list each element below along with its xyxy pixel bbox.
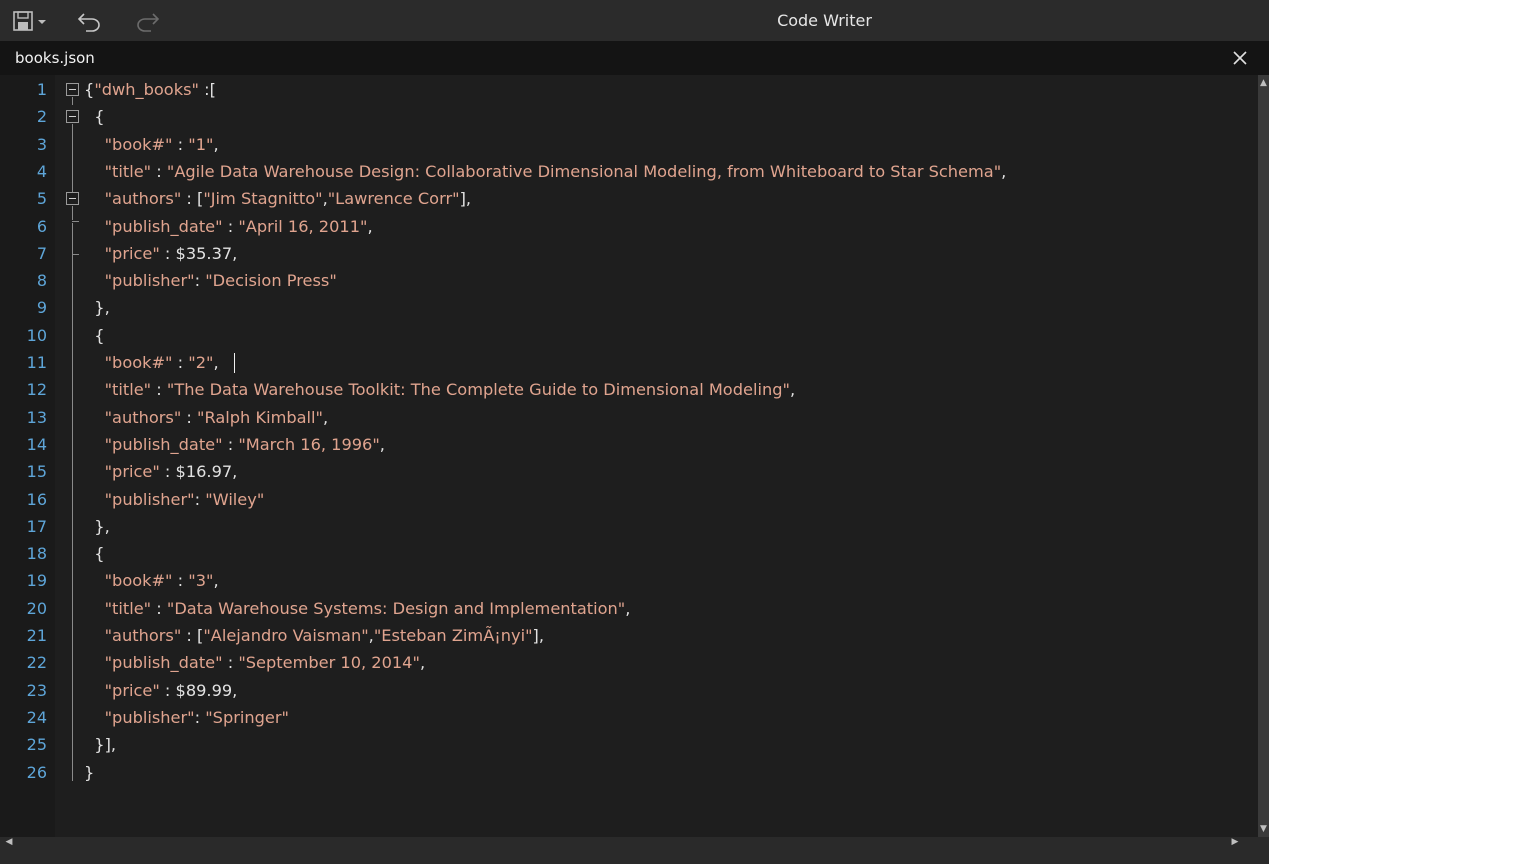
code-line[interactable]: "publish_date" : "September 10, 2014", xyxy=(84,649,426,676)
code-line[interactable]: }], xyxy=(84,731,116,758)
line-number: 22 xyxy=(26,653,47,673)
code-editor[interactable]: 1 2 3 4 5 6 7 8 9 10 11 12 13 14 15 16 17 18 19 20 21 22 23 24 2… xyxy=(0,75,1258,837)
code-line[interactable]: "publisher": "Decision Press" xyxy=(84,267,337,294)
fold-guide-end xyxy=(72,253,79,255)
code-line[interactable]: { xyxy=(84,322,104,349)
line-number: 21 xyxy=(26,626,47,645)
code-line[interactable]: { xyxy=(84,103,104,130)
code-line[interactable]: "title" : "Agile Data Warehouse Design: … xyxy=(84,158,1007,185)
line-number: 2 xyxy=(36,107,47,127)
scroll-left-icon[interactable]: ◀ xyxy=(2,837,16,847)
fold-guide-line xyxy=(72,222,73,781)
line-number: 20 xyxy=(26,598,47,618)
line-number: 16 xyxy=(26,489,47,509)
scroll-right-icon[interactable]: ▶ xyxy=(1228,837,1242,847)
line-number: 8 xyxy=(36,271,47,291)
fold-toggle-icon[interactable] xyxy=(66,110,79,124)
line-number: 24 xyxy=(26,707,47,727)
line-number: 1 xyxy=(36,80,47,99)
line-number: 3 xyxy=(36,134,47,154)
line-number: 17 xyxy=(26,516,47,536)
code-line[interactable]: }, xyxy=(84,294,109,321)
code-line[interactable]: "publisher": "Springer" xyxy=(84,704,289,731)
code-line[interactable]: "authors" : ["Alejandro Vaisman","Esteba… xyxy=(84,622,544,649)
code-line[interactable]: }, xyxy=(84,513,109,540)
fold-guide-line xyxy=(72,124,73,193)
code-line[interactable]: "book#" : "2", xyxy=(84,349,219,376)
code-line[interactable]: "price" : $16.97, xyxy=(84,458,238,485)
vertical-scrollbar[interactable]: ▲ ▼ xyxy=(1258,75,1269,837)
code-line[interactable]: "publish_date" : "March 16, 1996", xyxy=(84,431,385,458)
fold-guide-end xyxy=(72,220,79,222)
code-line[interactable]: "book#" : "3", xyxy=(84,567,219,594)
code-line[interactable]: { xyxy=(84,540,104,567)
code-line[interactable]: "title" : "Data Warehouse Systems: Desig… xyxy=(84,595,631,622)
line-number: 18 xyxy=(26,544,47,564)
line-number: 9 xyxy=(36,298,47,318)
line-number: 25 xyxy=(26,735,47,755)
line-number: 6 xyxy=(36,216,47,236)
close-icon xyxy=(1233,51,1247,65)
code-line[interactable]: "price" : $35.37, xyxy=(84,240,238,267)
line-number: 19 xyxy=(26,571,47,591)
line-number: 11 xyxy=(26,353,47,372)
code-line[interactable]: "title" : "The Data Warehouse Toolkit: T… xyxy=(84,376,796,403)
line-number: 14 xyxy=(26,434,47,454)
line-number: 7 xyxy=(36,243,47,263)
fold-guide-line xyxy=(72,206,73,221)
code-line[interactable]: "publisher": "Wiley" xyxy=(84,486,265,513)
text-caret xyxy=(234,353,235,373)
line-number: 13 xyxy=(26,407,47,427)
tab-books-json[interactable]: books.json xyxy=(15,49,95,67)
line-number: 12 xyxy=(26,380,47,400)
close-tab-button[interactable] xyxy=(1231,49,1249,67)
code-line[interactable]: "price" : $89.99, xyxy=(84,677,238,704)
code-area[interactable]: {"dwh_books" :[ { "book#" : "1", "title"… xyxy=(84,75,1244,837)
line-number: 15 xyxy=(26,462,47,482)
code-line[interactable]: "book#" : "1", xyxy=(84,131,219,158)
line-number: 5 xyxy=(36,189,47,209)
line-number-gutter: 1 2 3 4 5 6 7 8 9 10 11 12 13 14 15 16 17 18 19 20 21 22 23 24 2… xyxy=(0,75,55,837)
scroll-up-icon[interactable]: ▲ xyxy=(1258,77,1269,89)
line-number: 23 xyxy=(26,680,47,700)
title-bar: Code Writer xyxy=(0,0,1269,41)
fold-guide-line xyxy=(72,97,73,105)
code-line[interactable]: "authors" : "Ralph Kimball", xyxy=(84,404,329,431)
line-number: 10 xyxy=(26,325,47,345)
scroll-down-icon[interactable]: ▼ xyxy=(1258,823,1269,835)
window-title-text: Code Writer xyxy=(777,11,872,30)
code-line[interactable]: } xyxy=(84,759,94,786)
tab-bar: books.json xyxy=(0,41,1269,75)
line-number: 26 xyxy=(26,762,47,782)
fold-toggle-icon[interactable] xyxy=(66,83,79,96)
line-number: 4 xyxy=(36,161,47,181)
fold-column xyxy=(55,75,85,837)
code-line[interactable]: {"dwh_books" :[ xyxy=(84,76,216,103)
fold-toggle-icon[interactable] xyxy=(66,192,79,206)
code-writer-window: Code Writer books.json 1 2 3 4 5 6 7 8 9 10 11 12 13… xyxy=(0,0,1269,864)
horizontal-scrollbar[interactable]: ◀ ▶ xyxy=(0,837,1269,864)
code-line[interactable]: "publish_date" : "April 16, 2011", xyxy=(84,213,373,240)
code-line[interactable]: "authors" : ["Jim Stagnitto","Lawrence C… xyxy=(84,185,471,212)
window-title: Code Writer xyxy=(0,11,1269,30)
